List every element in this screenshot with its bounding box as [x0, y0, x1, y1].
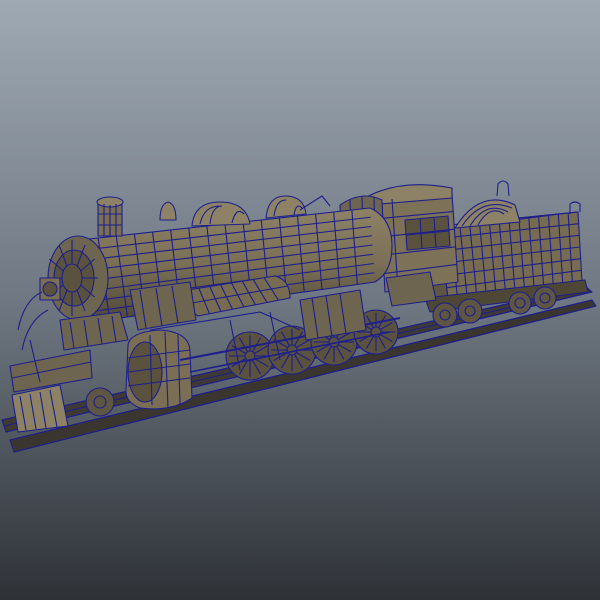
headlight — [39, 277, 61, 301]
front-cylinder — [125, 329, 193, 410]
smokestack — [96, 196, 124, 237]
3d-viewport[interactable] — [0, 0, 600, 600]
leading-wheels — [85, 387, 115, 417]
locomotive-wireframe-scene — [0, 0, 600, 600]
